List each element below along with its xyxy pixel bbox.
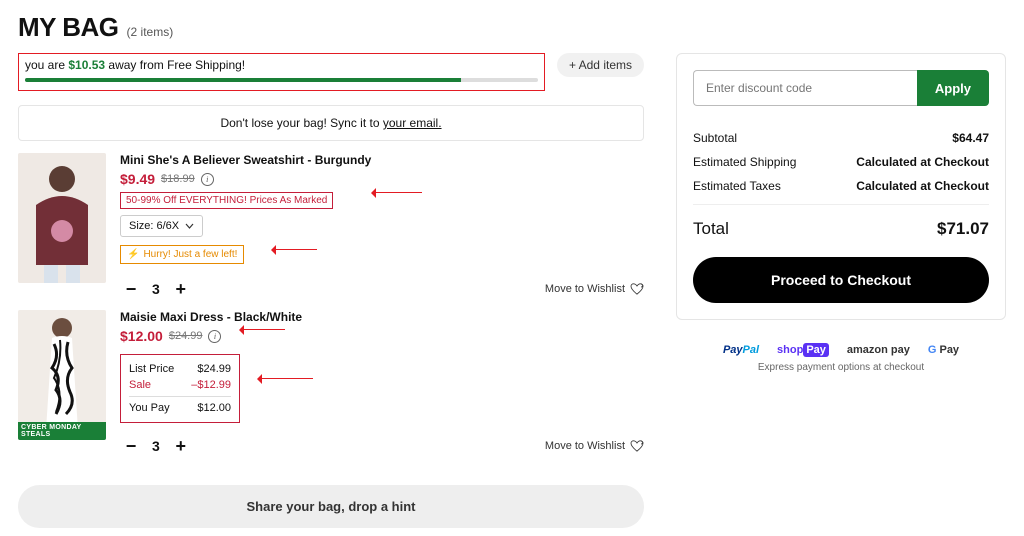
ship-pre: you are xyxy=(25,58,68,72)
heart-icon xyxy=(630,283,644,295)
product-thumbnail[interactable] xyxy=(18,153,106,283)
list-price-value: $24.99 xyxy=(197,363,231,375)
discount-code-input[interactable] xyxy=(693,70,917,106)
item-count: (2 items) xyxy=(127,25,174,39)
urgency-badge: ⚡ Hurry! Just a few left! xyxy=(120,245,244,264)
cyber-monday-badge: CYBER MONDAY STEALS xyxy=(18,422,106,440)
google-pay-icon[interactable]: G Pay xyxy=(928,344,959,356)
annotation-arrow-icon xyxy=(258,378,313,379)
tax-value: Calculated at Checkout xyxy=(856,179,989,193)
you-pay-value: $12.00 xyxy=(197,402,231,414)
order-summary: Apply Subtotal $64.47 Estimated Shipping C… xyxy=(676,53,1006,320)
qty-decrease-button[interactable]: − xyxy=(120,435,142,457)
qty-increase-button[interactable]: + xyxy=(170,435,192,457)
paypal-icon[interactable]: PayPal xyxy=(723,344,759,356)
qty-decrease-button[interactable]: − xyxy=(120,278,142,300)
product-image xyxy=(18,310,106,440)
urgency-text: Hurry! Just a few left! xyxy=(143,249,237,260)
qty-value: 3 xyxy=(152,438,160,454)
qty-value: 3 xyxy=(152,281,160,297)
apply-discount-button[interactable]: Apply xyxy=(917,70,989,106)
sale-price: $9.49 xyxy=(120,171,155,187)
original-price: $18.99 xyxy=(161,173,195,185)
free-shipping-progress xyxy=(25,78,538,82)
free-shipping-banner: you are $10.53 away from Free Shipping! xyxy=(18,53,545,91)
annotation-arrow-icon xyxy=(272,249,317,250)
sync-email-link[interactable]: your email. xyxy=(383,116,442,130)
sync-text: Don't lose your bag! Sync it to xyxy=(220,116,382,130)
shipping-value: Calculated at Checkout xyxy=(856,155,989,169)
product-title[interactable]: Maisie Maxi Dress - Black/White xyxy=(120,310,644,324)
original-price: $24.99 xyxy=(169,330,203,342)
cart-item: CYBER MONDAY STEALS Maisie Maxi Dress - … xyxy=(18,310,644,457)
annotation-arrow-icon xyxy=(240,329,285,330)
checkout-button[interactable]: Proceed to Checkout xyxy=(693,257,989,303)
tax-label: Estimated Taxes xyxy=(693,179,781,193)
move-to-wishlist-button[interactable]: Move to Wishlist xyxy=(545,283,644,295)
sale-discount-value: –$12.99 xyxy=(191,379,231,391)
total-label: Total xyxy=(693,219,729,239)
qty-increase-button[interactable]: + xyxy=(170,278,192,300)
size-select[interactable]: Size: 6/6X xyxy=(120,215,203,237)
annotation-arrow-icon xyxy=(372,192,422,193)
product-thumbnail[interactable]: CYBER MONDAY STEALS xyxy=(18,310,106,440)
subtotal-value: $64.47 xyxy=(952,131,989,145)
ship-amount: $10.53 xyxy=(68,58,105,72)
shop-pay-icon[interactable]: shopPay xyxy=(777,344,829,356)
product-image xyxy=(18,153,106,283)
size-value: Size: 6/6X xyxy=(129,220,179,232)
page-title: MY BAG xyxy=(18,12,119,43)
product-title[interactable]: Mini She's A Believer Sweatshirt - Burgu… xyxy=(120,153,644,167)
wishlist-label: Move to Wishlist xyxy=(545,440,625,452)
amazon-pay-icon[interactable]: amazon pay xyxy=(847,344,910,356)
move-to-wishlist-button[interactable]: Move to Wishlist xyxy=(545,440,644,452)
sale-price: $12.00 xyxy=(120,328,163,344)
list-price-label: List Price xyxy=(129,363,174,375)
heart-icon xyxy=(630,440,644,452)
cart-item: Mini She's A Believer Sweatshirt - Burgu… xyxy=(18,153,644,300)
wishlist-label: Move to Wishlist xyxy=(545,283,625,295)
sync-email-banner: Don't lose your bag! Sync it to your ema… xyxy=(18,105,644,141)
subtotal-label: Subtotal xyxy=(693,131,737,145)
lightning-icon: ⚡ xyxy=(127,249,139,260)
you-pay-label: You Pay xyxy=(129,402,170,414)
sale-discount-label: Sale xyxy=(129,379,151,391)
price-breakdown: List Price $24.99 Sale –$12.99 You Pay $12.… xyxy=(120,354,240,423)
payment-icons: PayPal shopPay amazon pay G Pay xyxy=(676,344,1006,356)
chevron-down-icon xyxy=(185,223,194,229)
price-info-icon[interactable]: i xyxy=(201,173,214,186)
ship-post: away from Free Shipping! xyxy=(105,58,245,72)
promo-badge: 50-99% Off EVERYTHING! Prices As Marked xyxy=(120,192,333,209)
price-info-icon[interactable]: i xyxy=(208,330,221,343)
share-bag-button[interactable]: Share your bag, drop a hint xyxy=(18,485,644,528)
express-payment-note: Express payment options at checkout xyxy=(676,362,1006,373)
total-value: $71.07 xyxy=(937,219,989,239)
add-items-button[interactable]: + Add items xyxy=(557,53,644,77)
shipping-label: Estimated Shipping xyxy=(693,155,796,169)
